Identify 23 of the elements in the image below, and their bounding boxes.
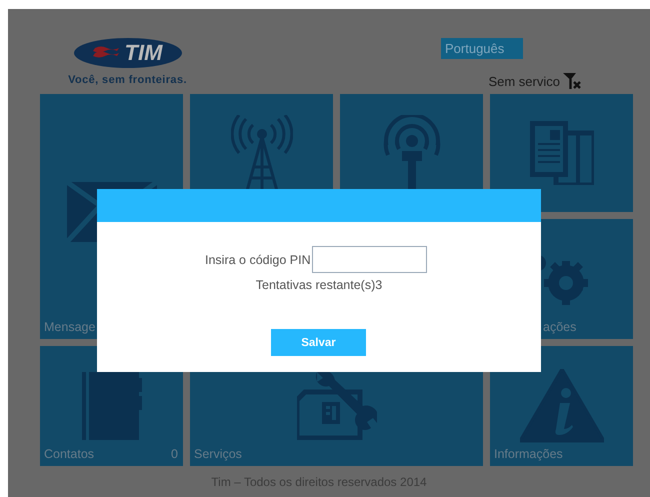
tile-label: ações bbox=[543, 320, 576, 334]
tile-label: Informações bbox=[494, 447, 563, 461]
tagline: Você, sem fronteiras. bbox=[68, 74, 187, 86]
network-status: Sem servico bbox=[488, 74, 560, 88]
tile[interactable] bbox=[490, 94, 633, 212]
info-warning-icon bbox=[520, 369, 604, 443]
pin-label: Insira o código PIN bbox=[205, 252, 311, 266]
documents-icon bbox=[530, 121, 594, 185]
language-select[interactable]: Português bbox=[441, 38, 523, 59]
address-book-icon bbox=[82, 372, 142, 440]
tile-label: Contatos bbox=[44, 447, 94, 461]
attempts-text: Tentativas restante(s)3 bbox=[254, 278, 384, 292]
sim-card-wrench-icon bbox=[296, 372, 376, 440]
save-button[interactable]: Salvar bbox=[271, 329, 366, 356]
tile-label: Serviços bbox=[194, 447, 242, 461]
logo-text: TIM bbox=[124, 41, 162, 65]
tile-label: Mensage bbox=[44, 320, 96, 334]
pin-field[interactable] bbox=[312, 246, 427, 273]
broadcast-person-icon bbox=[382, 115, 442, 191]
no-signal-icon bbox=[563, 72, 583, 90]
radio-tower-icon bbox=[230, 115, 292, 191]
tile[interactable]: Informações bbox=[490, 346, 633, 466]
tile-count: 0 bbox=[171, 447, 178, 461]
